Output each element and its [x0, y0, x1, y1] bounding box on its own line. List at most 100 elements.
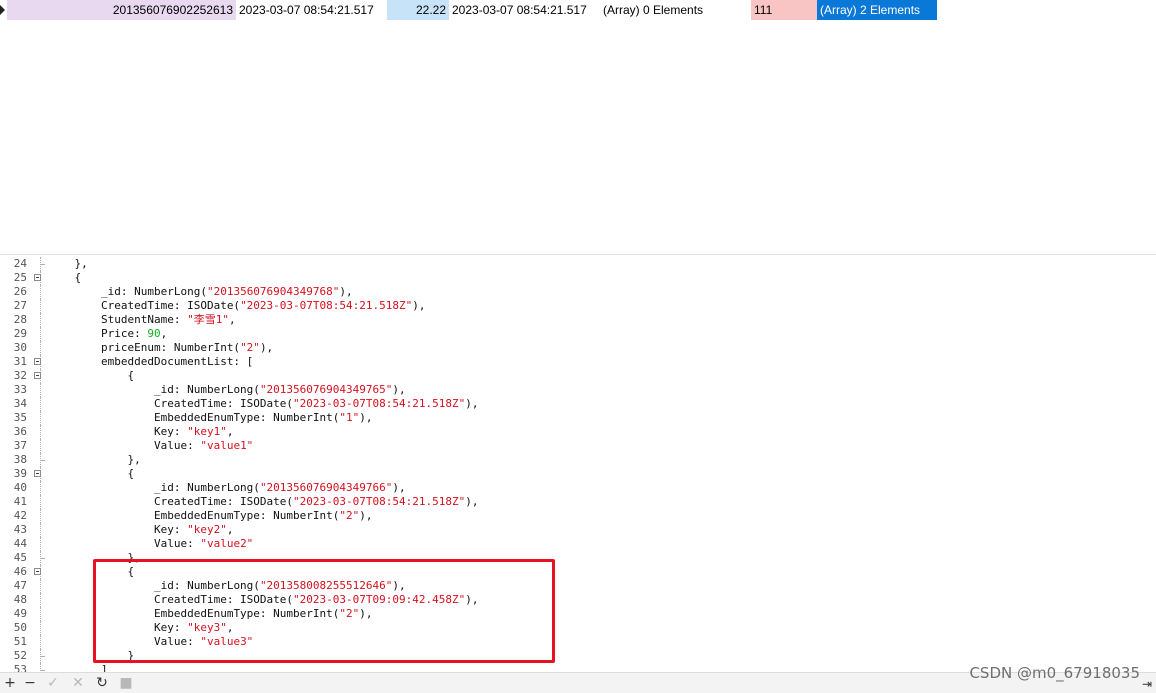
code-token: priceEnum: NumberInt(: [100, 341, 241, 354]
plus-icon[interactable]: +: [0, 674, 20, 692]
stop-icon[interactable]: ■: [116, 674, 136, 692]
code-line[interactable]: 30 priceEnum: NumberInt("2"),: [0, 341, 1156, 355]
code-text: Price: 90,: [48, 327, 167, 341]
code-text: },: [48, 257, 88, 271]
code-line[interactable]: 43 Key: "key2",: [0, 523, 1156, 537]
code-token: embeddedDocumentList: [: [100, 355, 254, 368]
string-token: "value1": [200, 439, 254, 452]
line-number: 44: [13, 537, 27, 550]
line-number: 46: [13, 565, 27, 578]
code-token: },: [127, 551, 141, 564]
code-line[interactable]: 31 embeddedDocumentList: [: [0, 355, 1156, 369]
string-token: "key3": [187, 621, 227, 634]
fold-toggle-icon[interactable]: [34, 358, 41, 365]
last-record-icon[interactable]: ⇥: [1142, 677, 1152, 691]
code-line[interactable]: 49 EmbeddedEnumType: NumberInt("2"),: [0, 607, 1156, 621]
refresh-icon[interactable]: ↻: [92, 674, 112, 692]
code-text: EmbeddedEnumType: NumberInt("2"),: [48, 509, 373, 523]
cell-id[interactable]: 201356076902252613: [7, 0, 236, 20]
code-line[interactable]: 40 _id: NumberLong("201356076904349766")…: [0, 481, 1156, 495]
code-line[interactable]: 27 CreatedTime: ISODate("2023-03-07T08:5…: [0, 299, 1156, 313]
minus-icon[interactable]: −: [20, 674, 40, 692]
code-token: Price:: [100, 327, 148, 340]
code-token: Key:: [153, 621, 188, 634]
code-line[interactable]: 29 Price: 90,: [0, 327, 1156, 341]
code-token: },: [127, 453, 141, 466]
cell-array-empty[interactable]: (Array) 0 Elements: [600, 0, 751, 20]
cell-price[interactable]: 22.22: [387, 0, 449, 20]
cell-time[interactable]: 2023-03-07 08:54:21.517: [449, 0, 600, 20]
fold-guide: [40, 313, 42, 327]
fold-toggle-icon[interactable]: [34, 568, 41, 575]
code-line[interactable]: 51 Value: "value3": [0, 635, 1156, 649]
code-line[interactable]: 24 },: [0, 257, 1156, 271]
cell-number[interactable]: 111: [751, 0, 817, 20]
code-text: Value: "value1": [48, 439, 253, 453]
code-line[interactable]: 45 },: [0, 551, 1156, 565]
cell-array-selected[interactable]: (Array) 2 Elements: [817, 0, 937, 20]
line-number: 24: [13, 257, 27, 270]
code-text: CreatedTime: ISODate("2023-03-07T08:54:2…: [48, 397, 479, 411]
line-number: 47: [13, 579, 27, 592]
code-text: CreatedTime: ISODate("2023-03-07T08:54:2…: [48, 495, 479, 509]
json-editor[interactable]: 24 }, 25 {26 _id: NumberLong("20135607690…: [0, 255, 1156, 672]
fold-toggle-icon[interactable]: [34, 372, 41, 379]
code-line[interactable]: 38 },: [0, 453, 1156, 467]
code-token: ),: [465, 397, 479, 410]
code-token: Key:: [153, 425, 188, 438]
string-token: "201356076904349765": [259, 383, 393, 396]
code-line[interactable]: 32 {: [0, 369, 1156, 383]
code-text: Value: "value3": [48, 635, 253, 649]
code-line[interactable]: 33 _id: NumberLong("201356076904349765")…: [0, 383, 1156, 397]
code-line[interactable]: 42 EmbeddedEnumType: NumberInt("2"),: [0, 509, 1156, 523]
code-token: CreatedTime: ISODate(: [153, 397, 294, 410]
code-text: ]: [48, 663, 108, 672]
code-line[interactable]: 25 {: [0, 271, 1156, 285]
code-line[interactable]: 44 Value: "value2": [0, 537, 1156, 551]
table-row[interactable]: 201356076902252613 2023-03-07 08:54:21.5…: [0, 0, 940, 20]
code-line[interactable]: 34 CreatedTime: ISODate("2023-03-07T08:5…: [0, 397, 1156, 411]
code-line[interactable]: 28 StudentName: "李雪1",: [0, 313, 1156, 327]
code-line[interactable]: 37 Value: "value1": [0, 439, 1156, 453]
code-line[interactable]: 52 }: [0, 649, 1156, 663]
code-line[interactable]: 39 {: [0, 467, 1156, 481]
line-number: 28: [13, 313, 27, 326]
code-token: Value:: [153, 439, 201, 452]
string-token: "value3": [200, 635, 254, 648]
code-text: _id: NumberLong("201358008255512646"),: [48, 579, 406, 593]
fold-guide: [40, 495, 42, 509]
code-line[interactable]: 26 _id: NumberLong("201356076904349768")…: [0, 285, 1156, 299]
x-icon[interactable]: ✕: [68, 674, 88, 692]
code-line[interactable]: 36 Key: "key1",: [0, 425, 1156, 439]
code-token: ),: [465, 495, 479, 508]
code-line[interactable]: 41 CreatedTime: ISODate("2023-03-07T08:5…: [0, 495, 1156, 509]
fold-guide: [40, 635, 42, 649]
code-line[interactable]: 46 {: [0, 565, 1156, 579]
line-number: 49: [13, 607, 27, 620]
fold-end-marker: [40, 460, 45, 461]
fold-guide: [40, 439, 42, 453]
check-icon[interactable]: ✓: [43, 674, 63, 692]
code-token: Value:: [153, 635, 201, 648]
cell-created-time[interactable]: 2023-03-07 08:54:21.517: [236, 0, 387, 20]
code-text: Key: "key2",: [48, 523, 234, 537]
code-line[interactable]: 47 _id: NumberLong("201358008255512646")…: [0, 579, 1156, 593]
code-line[interactable]: 48 CreatedTime: ISODate("2023-03-07T09:0…: [0, 593, 1156, 607]
line-number: 45: [13, 551, 27, 564]
fold-toggle-icon[interactable]: [34, 274, 41, 281]
code-line[interactable]: 35 EmbeddedEnumType: NumberInt("1"),: [0, 411, 1156, 425]
string-token: "201356076904349768": [206, 285, 340, 298]
code-token: {: [127, 467, 135, 480]
fold-toggle-icon[interactable]: [34, 470, 41, 477]
code-line[interactable]: 50 Key: "key3",: [0, 621, 1156, 635]
